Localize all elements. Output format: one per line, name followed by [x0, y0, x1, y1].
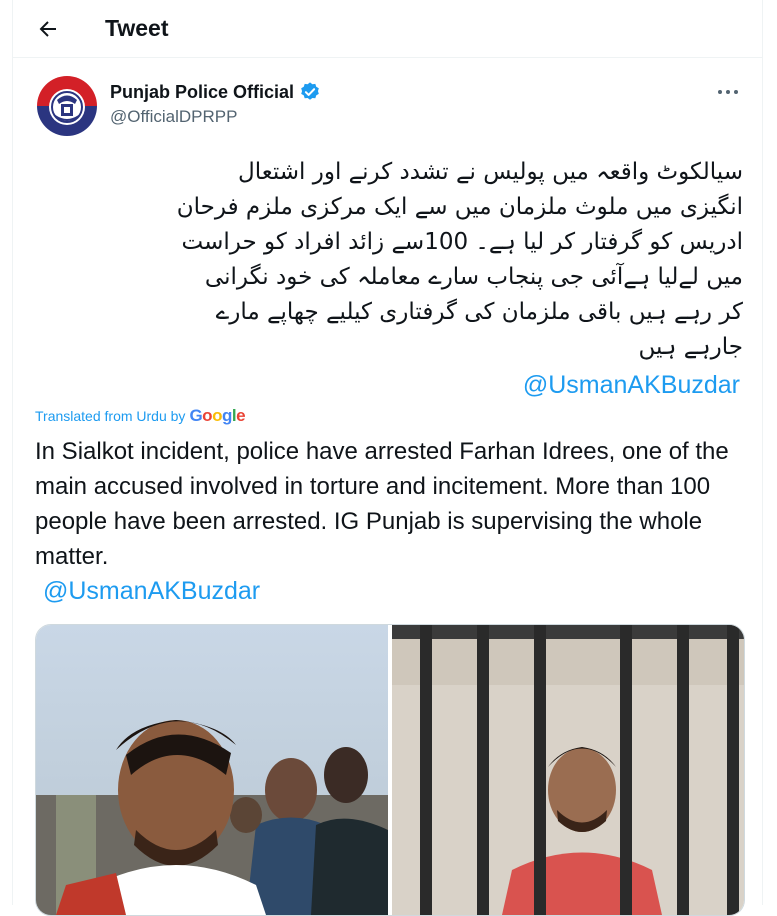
page-title: Tweet: [105, 15, 169, 41]
author-name[interactable]: Punjab Police Official: [110, 80, 321, 104]
google-letter: G: [189, 406, 203, 425]
back-button[interactable]: [33, 14, 63, 44]
translation-attribution[interactable]: Translated from Urdu by Google: [35, 406, 246, 426]
verified-badge-icon: [301, 82, 319, 100]
google-letter: e: [236, 406, 246, 425]
tweet-text-urdu: سیالکوٹ واقعہ میں پولیس نے تشدد کرنے اور…: [43, 155, 743, 365]
author-handle[interactable]: @OfficialDPRPP: [110, 106, 237, 128]
photo-lockup[interactable]: [392, 625, 744, 915]
author-name-text: Punjab Police Official: [110, 82, 295, 102]
urdu-line: سیالکوٹ واقعہ میں پولیس نے تشدد کرنے اور…: [238, 159, 743, 185]
photo-crowd[interactable]: [36, 625, 388, 915]
tweet-page: Tweet Punjab Police Official @OfficialDP…: [12, 0, 763, 916]
back-arrow-icon: [39, 21, 56, 37]
urdu-line: میں لےلیا ہےآئی جی پنجاب سارے معاملہ کی …: [204, 264, 743, 290]
mention-link-urdu[interactable]: @UsmanAKBuzdar: [523, 368, 740, 402]
photo-crowd-image: [36, 625, 388, 915]
google-letter: g: [221, 406, 232, 425]
urdu-line: کر رہے ہیں باقی ملزمان کی گرفتاری کیلیے …: [215, 299, 743, 325]
tweet-text-english: In Sialkot incident, police have arreste…: [35, 438, 729, 570]
urdu-line: ادریس کو گرفتار کر لیا ہے۔ 100سے زائد اف…: [181, 229, 743, 255]
translated-label: Translated from Urdu by: [35, 408, 186, 424]
mention-link-english[interactable]: @UsmanAKBuzdar: [43, 574, 260, 608]
google-logo: Google: [189, 406, 245, 426]
google-letter: o: [202, 406, 213, 425]
top-bar: Tweet: [13, 0, 762, 58]
more-options-icon: [718, 90, 738, 94]
punjab-police-logo: [37, 76, 97, 136]
avatar[interactable]: [37, 76, 97, 136]
media-grid: [35, 624, 745, 916]
photo-lockup-image: [392, 625, 744, 915]
google-letter: o: [212, 406, 222, 425]
urdu-line: جارہے ہیں: [638, 334, 743, 360]
more-options-button[interactable]: [714, 80, 742, 104]
urdu-line: انگیزی میں ملوث ملزمان میں سے ایک مرکزی …: [176, 194, 743, 220]
